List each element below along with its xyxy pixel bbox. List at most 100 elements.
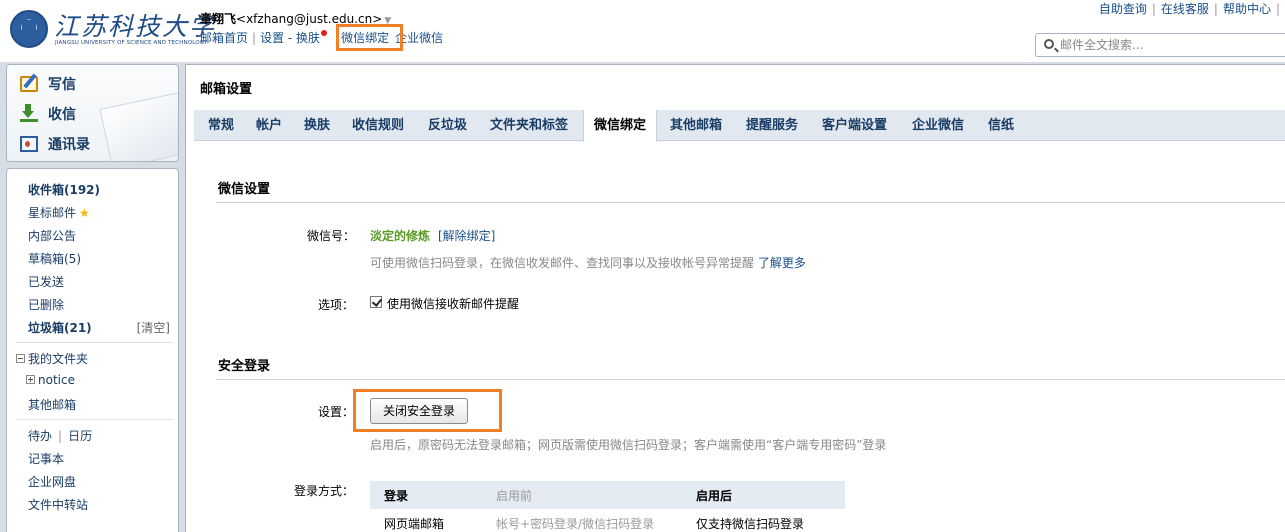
folder-drafts[interactable]: 草稿箱(5): [28, 250, 81, 267]
new-dot-icon: [321, 30, 328, 36]
tab-account[interactable]: 帐户: [256, 110, 282, 141]
collapse-icon[interactable]: [16, 354, 25, 363]
secure-description: 启用后，原密码无法登录邮箱；网页版需使用微信扫码登录；客户端需使用“客户端专用密…: [370, 438, 887, 452]
top-nav: 邮箱首页 | 设置 - 换肤 微信绑定 企业微信: [200, 29, 443, 46]
folder-list: 收件箱(192) 星标邮件 ★ 内部公告 草稿箱(5) 已发送 已删除 垃圾箱(2…: [6, 168, 179, 532]
download-icon: [20, 104, 38, 122]
tab-antispam[interactable]: 反垃圾: [428, 110, 467, 141]
login-method-table: 登录 启用前 启用后 网页端邮箱 帐号+密码登录/微信扫码登录 仅支持微信扫码登…: [370, 481, 845, 532]
folder-notice-label: notice: [38, 373, 75, 387]
table-header-before: 启用前: [496, 481, 696, 509]
wechat-id-label: 微信号：: [307, 229, 356, 243]
tab-skin[interactable]: 换肤: [304, 110, 330, 141]
folder-sent[interactable]: 已发送: [28, 273, 64, 290]
tab-other-mailbox[interactable]: 其他邮箱: [670, 110, 722, 141]
option-label: 选项：: [318, 298, 355, 312]
wechat-description: 可使用微信扫码登录，在微信收发邮件、查找同事以及接收帐号异常提醒 了解更多: [370, 254, 806, 271]
university-emblem-icon: [10, 10, 48, 48]
folder-inbox[interactable]: 收件箱(192): [28, 181, 100, 198]
setting-label: 设置：: [318, 405, 355, 419]
wechat-bind-highlight: [336, 24, 403, 51]
notes-link[interactable]: 记事本: [28, 450, 64, 467]
wechat-desc-text: 可使用微信扫码登录，在微信收发邮件、查找同事以及接收帐号异常提醒: [370, 256, 755, 270]
table-row: 网页端邮箱 帐号+密码登录/微信扫码登录 仅支持微信扫码登录: [370, 509, 845, 532]
file-transfer-link[interactable]: 文件中转站: [28, 496, 88, 513]
nav-mail-home[interactable]: 邮箱首页: [200, 31, 248, 45]
tab-folders-labels[interactable]: 文件夹和标签: [490, 110, 568, 141]
section-divider: [216, 379, 1285, 380]
clear-spam-link[interactable]: [清空]: [137, 319, 170, 336]
receive-label: 收信: [48, 107, 76, 123]
pencil-icon: [20, 76, 38, 92]
tab-general[interactable]: 常规: [208, 110, 234, 141]
search-input[interactable]: [1060, 36, 1280, 54]
university-logo[interactable]: 江苏科技大学 JIANGSU UNIVERSITY OF SCIENCE AND…: [10, 9, 214, 51]
unbind-link[interactable]: [解除绑定]: [438, 227, 495, 244]
user-name: 章翔飞: [200, 12, 237, 26]
table-cell-before: 帐号+密码登录/微信扫码登录: [496, 517, 655, 531]
tab-enterprise-wechat[interactable]: 企业微信: [912, 110, 964, 141]
table-cell-type: 网页端邮箱: [384, 517, 445, 531]
settings-panel: 邮箱设置 常规 帐户 换肤 收信规则 反垃圾 文件夹和标签 微信绑定 其他邮箱 …: [185, 64, 1285, 532]
todo-calendar: 待办 | 日历: [28, 427, 92, 444]
table-cell-after: 仅支持微信扫码登录: [696, 517, 805, 531]
wechat-notify-checkbox[interactable]: [370, 296, 382, 308]
page-title: 邮箱设置: [200, 82, 253, 97]
folder-starred-label: 星标邮件: [28, 206, 77, 220]
calendar-link[interactable]: 日历: [68, 429, 92, 443]
login-method-label: 登录方式：: [294, 484, 355, 498]
contact-card-icon: [20, 136, 38, 152]
settings-tabs: 常规 帐户 换肤 收信规则 反垃圾 文件夹和标签 微信绑定 其他邮箱 提醒服务 …: [194, 110, 1285, 142]
link-separator: |: [1275, 2, 1280, 16]
folder-deleted[interactable]: 已删除: [28, 296, 64, 313]
wechat-section-title: 微信设置: [218, 182, 271, 197]
tab-client-settings[interactable]: 客户端设置: [822, 110, 887, 141]
other-mailbox[interactable]: 其他邮箱: [28, 396, 76, 413]
online-support-link[interactable]: 在线客服: [1161, 2, 1209, 16]
search-icon[interactable]: [1044, 39, 1054, 49]
tab-stationery[interactable]: 信纸: [988, 110, 1014, 141]
logo-chinese-name: 江苏科技大学: [54, 12, 217, 41]
link-separator: |: [1213, 2, 1218, 16]
todo-separator: |: [58, 429, 63, 443]
nav-separator: |: [252, 31, 257, 45]
mail-search[interactable]: [1035, 33, 1285, 57]
learn-more-link[interactable]: 了解更多: [758, 256, 806, 270]
folder-starred[interactable]: 星标邮件 ★: [28, 204, 90, 221]
table-header-login: 登录: [370, 481, 496, 509]
table-header-row: 登录 启用前 启用后: [370, 481, 845, 509]
contacts-label: 通讯录: [48, 137, 90, 153]
wechat-notify-label[interactable]: 使用微信接收新邮件提醒: [387, 295, 519, 312]
link-separator: |: [1151, 2, 1156, 16]
tab-wechat-bind[interactable]: 微信绑定: [583, 110, 658, 142]
nav-skin[interactable]: 换肤: [296, 31, 320, 45]
nav-dash: -: [284, 31, 297, 45]
table-header-after: 启用后: [696, 481, 845, 509]
folder-notice[interactable]: notice: [26, 373, 75, 387]
secure-section-title: 安全登录: [218, 359, 271, 374]
tab-reminder[interactable]: 提醒服务: [746, 110, 798, 141]
folder-spam[interactable]: 垃圾箱(21): [28, 319, 92, 336]
contacts-button[interactable]: 通讯录: [20, 132, 90, 156]
top-right-links: 自助查询 | 在线客服 | 帮助中心 |: [1099, 0, 1285, 17]
folder-notice-board[interactable]: 内部公告: [28, 227, 76, 244]
header: 江苏科技大学 JIANGSU UNIVERSITY OF SCIENCE AND…: [0, 0, 1285, 62]
nav-settings[interactable]: 设置: [260, 31, 284, 45]
receive-button[interactable]: 收信: [20, 102, 76, 126]
sidebar-divider: [15, 419, 173, 420]
logo-english-name: JIANGSU UNIVERSITY OF SCIENCE AND TECHNO…: [55, 40, 208, 46]
star-icon: ★: [79, 206, 90, 220]
expand-icon[interactable]: [26, 375, 35, 384]
tab-rules[interactable]: 收信规则: [352, 110, 404, 141]
my-folders[interactable]: 我的文件夹: [16, 350, 88, 367]
self-service-link[interactable]: 自助查询: [1099, 2, 1147, 16]
help-center-link[interactable]: 帮助中心: [1223, 2, 1271, 16]
my-folders-label: 我的文件夹: [28, 352, 89, 366]
wechat-id-value: 淡定的修炼: [370, 229, 431, 243]
write-label: 写信: [48, 77, 76, 93]
write-button[interactable]: 写信: [20, 72, 76, 96]
envelope-decoration: [99, 90, 178, 161]
sidebar-divider: [15, 342, 173, 343]
todo-link[interactable]: 待办: [28, 429, 52, 443]
netdisk-link[interactable]: 企业网盘: [28, 473, 76, 490]
